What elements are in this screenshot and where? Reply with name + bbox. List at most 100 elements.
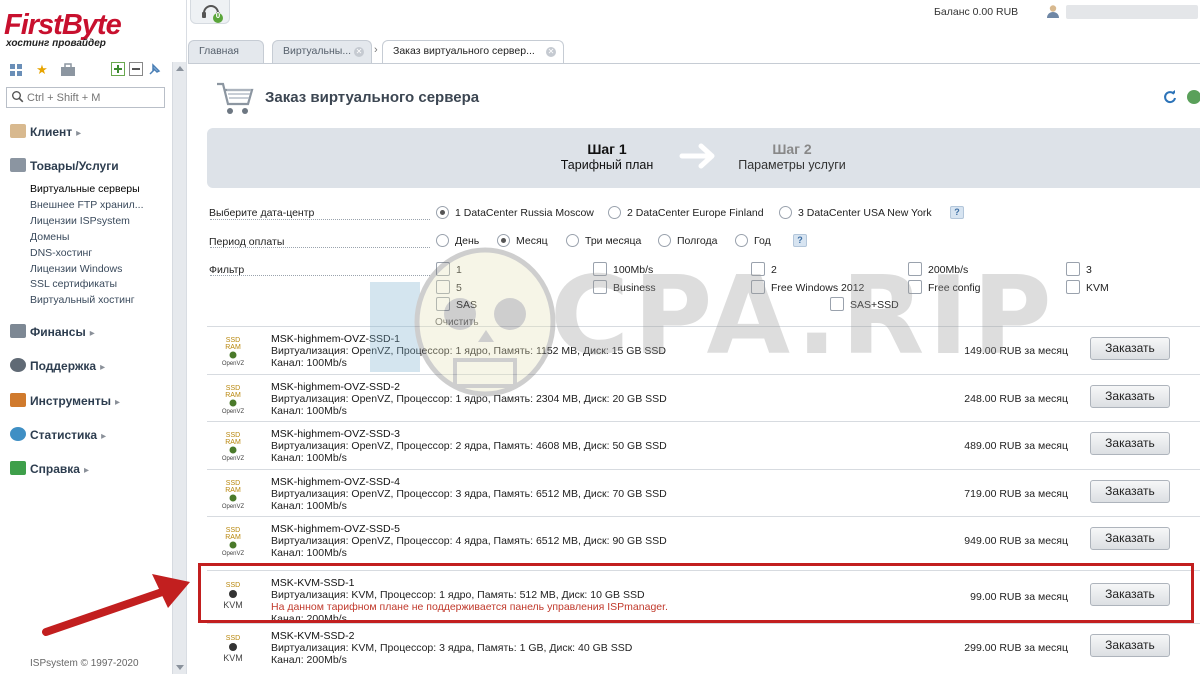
checkbox-box[interactable] (1066, 280, 1080, 294)
product-price: 149.00 RUB за месяц (964, 345, 1068, 357)
user-name-redacted[interactable] (1066, 5, 1198, 19)
chevron-right-icon: ▸ (76, 128, 82, 139)
radio-circle[interactable] (566, 234, 579, 247)
nav-section-finance[interactable]: Финансы ▸ (10, 323, 95, 341)
chevron-right-icon: ▸ (89, 328, 95, 339)
nav-section-tools[interactable]: Инструменты ▸ (10, 392, 120, 410)
nav-section-support[interactable]: Поддержка ▸ (10, 357, 105, 375)
sidebar-item-dns-hosting[interactable]: DNS-хостинг (30, 246, 92, 260)
nav-section-client[interactable]: Клиент ▸ (10, 123, 81, 141)
globe-icon[interactable] (1187, 90, 1200, 104)
product-description: Виртуализация: OpenVZ, Процессор: 3 ядра… (271, 487, 667, 500)
checkbox-box[interactable] (830, 297, 844, 311)
step-1: Шаг 1 Тарифный план (537, 141, 677, 172)
tab-virtual-servers[interactable]: Виртуальны... ✕ (272, 40, 372, 63)
step-number: Шаг 2 (772, 141, 812, 157)
briefcase-icon[interactable] (60, 62, 76, 78)
sidebar-item-windows-licenses[interactable]: Лицензии Windows (30, 262, 122, 276)
checkbox-box[interactable] (908, 280, 922, 294)
product-row: SSD RAM OpenVZ MSK-highmem-OVZ-SSD-2 Виртуал… (207, 373, 1200, 421)
radio-circle[interactable] (735, 234, 748, 247)
brand-logo[interactable]: FirstByte хостинг провайдер (4, 10, 170, 50)
wizard-steps: Шаг 1 Тарифный план Шаг 2 Параметры услу… (207, 128, 1200, 188)
sidebar-item-ftp-storage[interactable]: Внешнее FTP хранил... (30, 198, 144, 212)
order-button[interactable]: Заказать (1090, 479, 1170, 503)
sidebar-item-virtual-servers[interactable]: Виртуальные серверы (30, 182, 140, 196)
order-button[interactable]: Заказать (1090, 432, 1170, 455)
radio-label: 2 DataCenter Europe Finland (627, 207, 764, 219)
cart-icon (10, 158, 26, 172)
help-icon[interactable]: ? (950, 206, 964, 219)
nav-section-services[interactable]: Товары/Услуги (10, 157, 119, 175)
order-button[interactable]: Заказать (1090, 527, 1170, 550)
tab-home[interactable]: Главная (188, 40, 264, 63)
refresh-icon[interactable] (1163, 90, 1177, 104)
checkbox-label: 3 (1086, 264, 1092, 276)
nav-section-help[interactable]: Справка ▸ (10, 460, 89, 478)
checkbox-box[interactable] (593, 280, 607, 294)
radio-circle[interactable] (608, 206, 621, 219)
checkbox-box[interactable] (751, 280, 765, 294)
radio-label: Год (754, 235, 771, 247)
star-icon[interactable]: ★ (34, 62, 50, 78)
sidebar-item-ssl[interactable]: SSL сертификаты (30, 277, 117, 291)
openvz-logo-icon: SSD RAM OpenVZ (215, 525, 251, 557)
grid-icon[interactable] (8, 62, 24, 78)
sidebar-search-input[interactable] (27, 90, 161, 105)
sidebar-scrollbar[interactable] (172, 62, 186, 674)
collapse-icon[interactable] (128, 62, 144, 78)
product-row: SSD RAM OpenVZ MSK-highmem-OVZ-SSD-4 Виртуал… (207, 468, 1200, 516)
tab-label: Заказ виртуального сервер... (393, 45, 535, 57)
checkbox-box[interactable] (436, 297, 450, 311)
sidebar-item-domains[interactable]: Домены (30, 230, 69, 244)
order-button[interactable]: Заказать (1090, 634, 1170, 657)
product-channel: Канал: 100Mb/s (271, 404, 347, 417)
user-avatar-icon[interactable] (1046, 4, 1060, 18)
checkbox-box[interactable] (436, 262, 450, 276)
sidebar-item-isp-licenses[interactable]: Лицензии ISPsystem (30, 214, 130, 228)
scroll-down-icon[interactable] (176, 665, 184, 670)
order-button[interactable]: Заказать (1090, 384, 1170, 408)
sidebar: FirstByte хостинг провайдер ★ Клиент▸ То… (0, 0, 187, 674)
checkbox-label: 200Mb/s (928, 264, 969, 276)
radio-circle[interactable] (658, 234, 671, 247)
radio-circle[interactable] (779, 206, 792, 219)
order-button[interactable]: Заказать (1090, 337, 1170, 360)
checkbox-box[interactable] (908, 262, 922, 276)
checkbox-label: SAS+SSD (850, 299, 899, 311)
order-button[interactable]: Заказать (1090, 582, 1170, 606)
checkbox-box[interactable] (751, 262, 765, 276)
openvz-logo-icon: SSD RAM OpenVZ (215, 478, 251, 510)
close-icon[interactable]: ✕ (546, 47, 556, 57)
arrow-right-icon (679, 143, 715, 169)
tab-order-server[interactable]: Заказ виртуального сервер... ✕ (382, 40, 564, 64)
checkbox-box[interactable] (436, 280, 450, 294)
help-book-icon (10, 461, 26, 475)
tab-divider (188, 63, 1200, 64)
sidebar-item-web-hosting[interactable]: Виртуальный хостинг (30, 293, 135, 307)
checkbox-label: KVM (1086, 282, 1109, 294)
radio-circle[interactable] (497, 234, 510, 247)
close-icon[interactable]: ✕ (354, 47, 364, 57)
radio-label: Три месяца (585, 235, 642, 247)
scroll-up-icon[interactable] (176, 66, 184, 71)
support-button[interactable]: 0 (190, 0, 230, 24)
nav-section-stats[interactable]: Статистика ▸ (10, 426, 106, 444)
product-channel: Канал: 100Mb/s (271, 499, 347, 512)
help-icon[interactable]: ? (793, 234, 807, 247)
expand-icon[interactable] (110, 62, 126, 78)
radio-circle[interactable] (436, 206, 449, 219)
checkbox-box[interactable] (1066, 262, 1080, 276)
svg-text:OpenVZ: OpenVZ (222, 409, 245, 415)
leader-dots (210, 247, 430, 248)
sidebar-search[interactable] (6, 87, 165, 108)
headset-icon (202, 5, 223, 23)
radio-circle[interactable] (436, 234, 449, 247)
svg-text:RAM: RAM (225, 534, 241, 541)
product-name: MSK-highmem-OVZ-SSD-2 (271, 380, 400, 393)
pin-icon[interactable] (146, 62, 162, 78)
kvm-logo-icon: SSD KVM (215, 579, 251, 611)
checkbox-box[interactable] (593, 262, 607, 276)
logo-subtitle: хостинг провайдер (6, 38, 106, 49)
checkbox-label: 100Mb/s (613, 264, 654, 276)
